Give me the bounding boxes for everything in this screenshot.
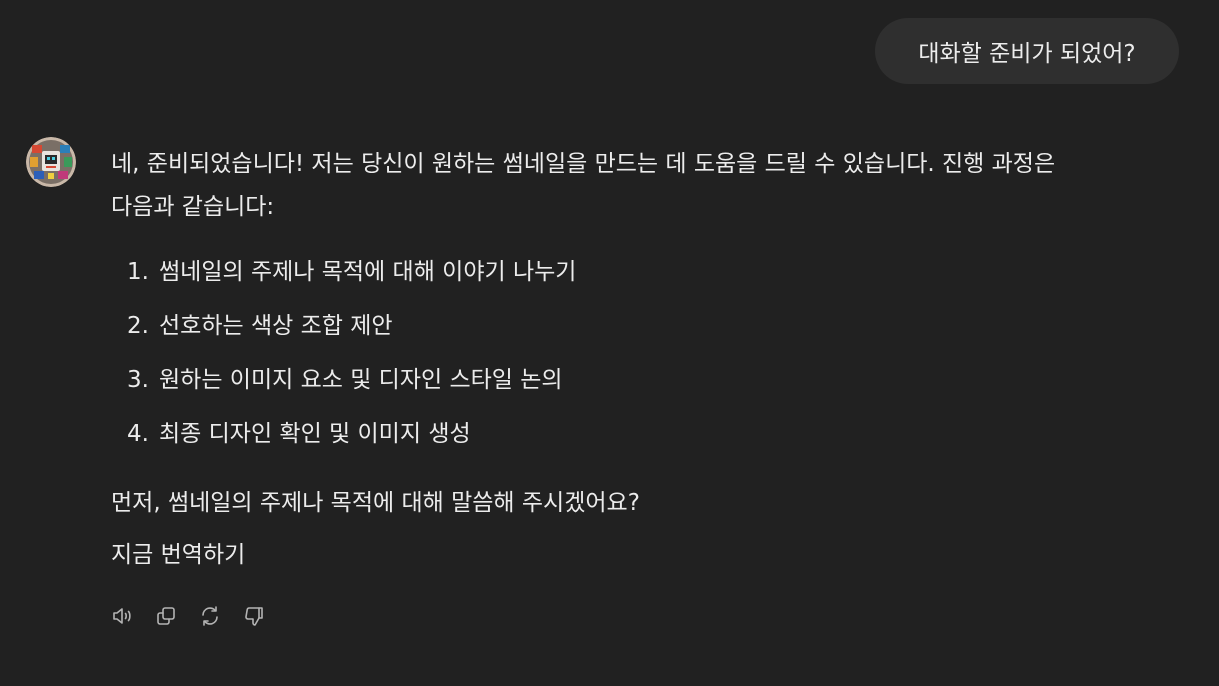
user-message-bubble: 대화할 준비가 되었어?	[875, 18, 1179, 84]
chat-page: 대화할 준비가 되었어? 네, 준비되었습니다! 저는 당신이 원하는 썸네일을…	[0, 0, 1219, 686]
list-item: 1. 썸네일의 주제나 목적에 대해 이야기 나누기	[111, 245, 1191, 299]
step-number: 2.	[127, 312, 149, 339]
translate-text: 지금 번역하기	[111, 542, 246, 568]
message-actions	[106, 600, 270, 632]
copy-icon	[157, 607, 175, 625]
avatar-image-icon	[26, 137, 76, 187]
step-number: 1.	[127, 258, 149, 285]
assistant-avatar	[26, 137, 76, 187]
step-number: 3.	[127, 366, 149, 393]
assistant-intro-line-1: 네, 준비되었습니다! 저는 당신이 원하는 썸네일을 만드는 데 도움을 드릴…	[111, 151, 1056, 177]
step-text: 원하는 이미지 요소 및 디자인 스타일 논의	[159, 366, 563, 393]
step-text: 썸네일의 주제나 목적에 대해 이야기 나누기	[159, 258, 577, 285]
copy-button[interactable]	[150, 600, 182, 632]
list-item: 3. 원하는 이미지 요소 및 디자인 스타일 논의	[111, 353, 1191, 407]
steps-list: 1. 썸네일의 주제나 목적에 대해 이야기 나누기 2. 선호하는 색상 조합…	[111, 245, 1191, 461]
speaker-icon	[113, 608, 131, 624]
assistant-intro-line-2: 다음과 같습니다:	[111, 194, 275, 220]
thumbs-down-icon	[245, 607, 263, 626]
user-message-text: 대화할 준비가 되었어?	[918, 41, 1136, 67]
assistant-question: 먼저, 썸네일의 주제나 목적에 대해 말씀해 주시겠어요?	[111, 490, 640, 516]
assistant-message: 네, 준비되었습니다! 저는 당신이 원하는 썸네일을 만드는 데 도움을 드릴…	[111, 143, 1191, 581]
regenerate-icon	[202, 606, 218, 626]
thumbs-down-button[interactable]	[238, 600, 270, 632]
read-aloud-button[interactable]	[106, 600, 138, 632]
regenerate-button[interactable]	[194, 600, 226, 632]
step-number: 4.	[127, 420, 149, 447]
list-item: 4. 최종 디자인 확인 및 이미지 생성	[111, 407, 1191, 461]
list-item: 2. 선호하는 색상 조합 제안	[111, 299, 1191, 353]
step-text: 선호하는 색상 조합 제안	[159, 312, 393, 339]
step-text: 최종 디자인 확인 및 이미지 생성	[159, 420, 471, 447]
